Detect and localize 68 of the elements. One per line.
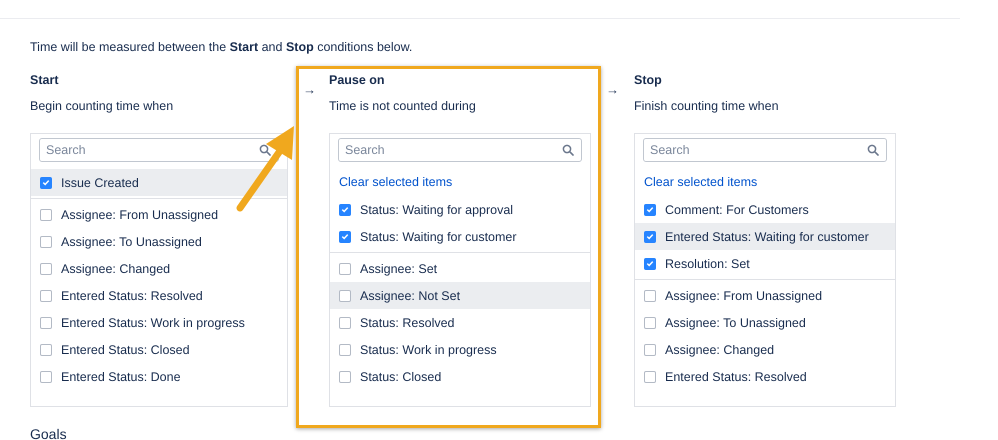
checkbox-item[interactable]: Entered Status: Closed [31, 336, 287, 363]
column-subtitle: Time is not counted during [329, 98, 477, 114]
column-title: Pause on [329, 72, 386, 88]
checkbox-item[interactable]: Assignee: Changed [31, 255, 287, 282]
checkbox-item[interactable]: Status: Work in progress [330, 336, 590, 363]
checkbox-item[interactable]: Assignee: From Unassigned [31, 201, 287, 228]
checkbox-item[interactable]: Assignee: To Unassigned [31, 228, 287, 255]
checkbox[interactable] [40, 290, 52, 302]
checkbox-item[interactable]: Assignee: Changed [635, 336, 895, 363]
column-subtitle: Begin counting time when [30, 98, 174, 114]
check-icon [645, 231, 655, 242]
checkbox[interactable] [40, 262, 52, 274]
checkbox[interactable] [339, 290, 351, 302]
checkbox[interactable] [339, 344, 351, 356]
checkbox-item[interactable]: Assignee: Set [330, 255, 590, 282]
checkbox[interactable] [644, 258, 656, 270]
checkbox-item[interactable]: Assignee: Not Set [330, 282, 590, 309]
checkbox-item[interactable]: Status: Waiting for approval [330, 196, 590, 223]
search-field[interactable]: Search [338, 138, 582, 162]
checkbox-item[interactable]: Entered Status: Resolved [31, 282, 287, 309]
check-icon [645, 204, 655, 215]
checkbox[interactable] [339, 370, 351, 382]
search-icon[interactable] [562, 144, 574, 156]
arrow-icon: → [303, 82, 329, 98]
column-subtitle: Finish counting time when [634, 98, 780, 114]
checkbox[interactable] [40, 316, 52, 328]
search-field[interactable]: Search [39, 138, 279, 162]
checkbox-item[interactable]: Entered Status: Work in progress [31, 309, 287, 336]
checkbox-item[interactable]: Comment: For Customers [635, 196, 895, 223]
checkbox-item[interactable]: Entered Status: Done [31, 363, 287, 390]
checkbox-item[interactable]: Status: Closed [330, 363, 590, 390]
checkbox-item[interactable]: Status: Waiting for customer [330, 223, 590, 250]
checkbox[interactable] [339, 316, 351, 328]
clear-link[interactable]: Clear selected items [635, 169, 895, 196]
checkbox-item[interactable]: Assignee: From Unassigned [635, 282, 895, 309]
checkbox-item[interactable]: Entered Status: Resolved [635, 363, 895, 390]
checkbox[interactable] [40, 176, 52, 188]
checkbox[interactable] [339, 262, 351, 274]
search-field[interactable]: Search [643, 138, 887, 162]
search-icon[interactable] [867, 144, 879, 156]
column-title: Start [30, 72, 60, 88]
checkbox[interactable] [644, 230, 656, 242]
checkbox-item[interactable]: Resolution: Set [635, 250, 895, 277]
check-icon [340, 204, 350, 215]
check-icon [41, 177, 51, 188]
checkbox[interactable] [644, 204, 656, 216]
checkbox-item[interactable]: Issue Created [31, 169, 287, 196]
checkbox-item[interactable]: Status: Resolved [330, 309, 590, 336]
checkbox[interactable] [644, 370, 656, 382]
checkbox[interactable] [644, 290, 656, 302]
check-icon [340, 231, 350, 242]
column-title: Stop [634, 72, 663, 88]
checkbox-item[interactable]: Assignee: To Unassigned [635, 309, 895, 336]
checkbox[interactable] [40, 236, 52, 248]
clear-link[interactable]: Clear selected items [330, 169, 590, 196]
section-heading: Goals [30, 426, 68, 440]
checkbox[interactable] [644, 344, 656, 356]
checkbox[interactable] [339, 204, 351, 216]
check-icon [645, 258, 655, 269]
checkbox[interactable] [339, 230, 351, 242]
checkbox[interactable] [40, 208, 52, 220]
checkbox[interactable] [40, 344, 52, 356]
arrow-icon: → [606, 82, 634, 98]
search-icon[interactable] [259, 144, 271, 156]
checkbox-item[interactable]: Entered Status: Waiting for customer [635, 223, 895, 250]
checkbox[interactable] [40, 370, 52, 382]
checkbox[interactable] [644, 316, 656, 328]
intro-text: Time will be measured between the Start and Stop conditions below. [30, 39, 414, 55]
